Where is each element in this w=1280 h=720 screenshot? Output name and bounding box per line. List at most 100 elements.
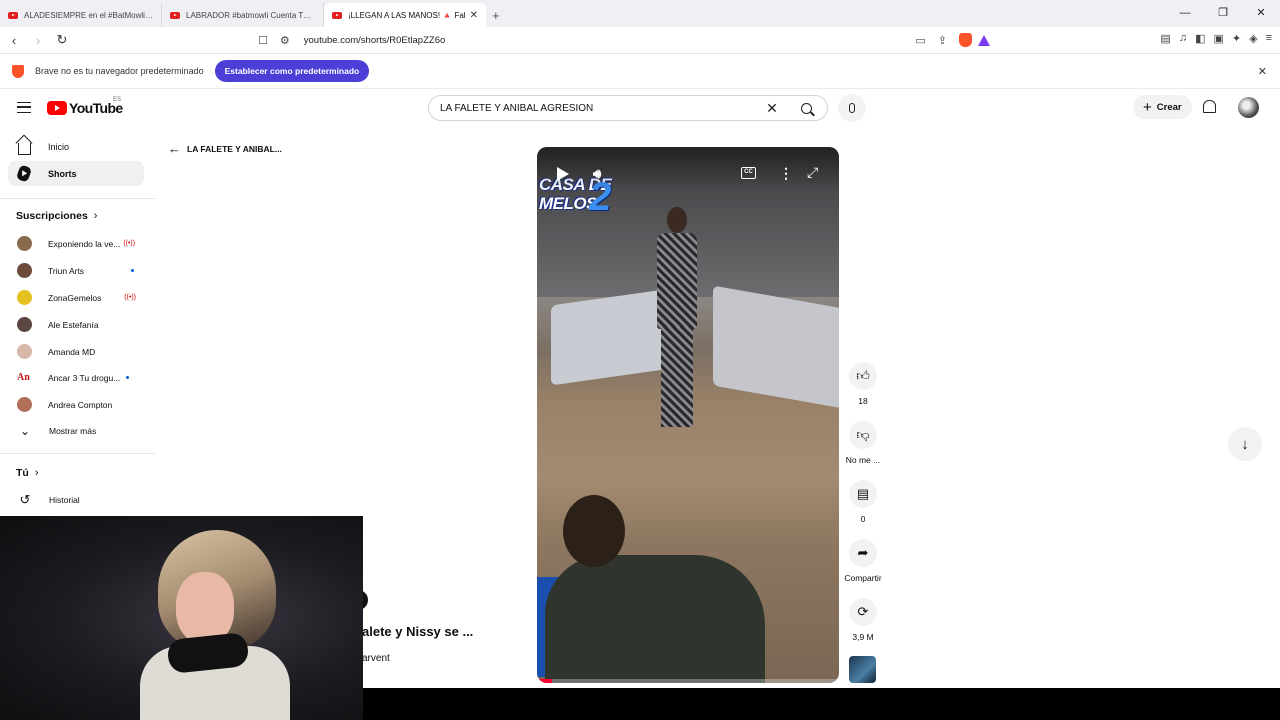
volume-icon[interactable]: 🔊︎	[593, 166, 601, 182]
channel-name: Triun Arts	[48, 265, 85, 276]
share-action[interactable]: ➦ Compartir	[842, 539, 884, 583]
reload-icon[interactable]: ↻	[52, 32, 72, 48]
address-bar[interactable]: ☐ ⚙ youtube.com/shorts/R0EtlapZZ6o ▭ ⇪	[252, 30, 1000, 50]
back-icon[interactable]: ‹	[4, 33, 24, 48]
restore-icon[interactable]: ❐	[1204, 0, 1242, 27]
channel-avatar	[17, 397, 32, 412]
search-input[interactable]	[429, 102, 759, 114]
fullscreen-icon[interactable]: ⤢	[807, 164, 818, 181]
sidebar-item-history[interactable]: ↺ Historial	[8, 487, 144, 512]
show-more-button[interactable]: ⌄ Mostrar más	[8, 418, 144, 443]
next-short-button[interactable]: ↓	[1228, 427, 1262, 461]
microphone-icon	[849, 103, 855, 113]
channel-avatar	[17, 344, 32, 359]
channel-name-peek[interactable]: arvent	[362, 653, 390, 664]
subscription-item[interactable]: Ale Estefanía	[8, 312, 144, 337]
reader-icon[interactable]: ▤	[1160, 32, 1170, 45]
sidebar-item-inicio[interactable]: Inicio	[8, 134, 144, 159]
subscriptions-heading[interactable]: Suscripciones ›	[16, 210, 97, 222]
close-window-icon[interactable]: ✕	[1242, 0, 1280, 27]
voice-search-button[interactable]	[838, 94, 866, 122]
subscription-item[interactable]: Triun Arts	[8, 258, 144, 283]
forward-icon[interactable]: ›	[28, 33, 48, 48]
comment-icon[interactable]: ▤	[849, 480, 877, 508]
minimize-icon[interactable]: —	[1166, 0, 1204, 27]
dislike-action[interactable]: 👎︎ No me ...	[842, 421, 884, 465]
url-text[interactable]: youtube.com/shorts/R0EtlapZZ6o	[304, 35, 446, 46]
new-content-dot	[126, 376, 130, 379]
youtube-header: YouTube ES ✕ + Crear	[0, 89, 1280, 127]
arrow-down-icon: ↓	[1241, 435, 1249, 453]
sidebar-toggle-icon[interactable]: ◧	[1195, 32, 1205, 45]
new-content-dot	[131, 269, 134, 272]
like-icon[interactable]: 👍︎	[849, 362, 877, 390]
back-label: LA FALETE Y ANIBAL...	[187, 143, 282, 154]
channel-avatar	[17, 317, 32, 332]
short-title[interactable]: alete y Nissy se ...	[362, 624, 473, 639]
video-frame-person	[649, 207, 705, 429]
back-to-search[interactable]: ← LA FALETE Y ANIBAL...	[168, 141, 282, 156]
clear-search-icon[interactable]: ✕	[759, 100, 785, 117]
new-tab-icon[interactable]: +	[492, 8, 500, 23]
close-infobar-icon[interactable]: ✕	[1258, 65, 1267, 78]
site-info-icon[interactable]: ⚙	[280, 34, 290, 47]
leo-ai-icon[interactable]: ✦	[1232, 32, 1241, 45]
live-icon: ((•))	[124, 294, 136, 301]
browser-tab[interactable]: LABRADOR #batmowli Cuenta TODA	[162, 3, 324, 27]
bottom-black-bar	[363, 688, 1280, 720]
comment-action[interactable]: ▤ 0	[842, 480, 884, 524]
you-heading[interactable]: Tú ›	[16, 467, 39, 479]
search-button[interactable]	[785, 96, 827, 120]
hamburger-menu-icon[interactable]	[17, 102, 31, 113]
more-options-icon[interactable]: ⋮	[779, 165, 793, 182]
subscription-item[interactable]: An Ancar 3 Tu drogu...	[8, 365, 144, 390]
video-controls: 🔊︎ CC ⋮ ⤢	[537, 147, 839, 191]
play-icon[interactable]	[557, 167, 569, 181]
vpn-icon[interactable]: ◈	[1249, 32, 1257, 45]
share-icon[interactable]: ➦	[849, 539, 877, 567]
remix-action[interactable]: ⟳ 3,9 M	[842, 598, 884, 642]
browser-tab[interactable]: ALADESIEMPRE en el #BatMowli ¿Qu	[0, 3, 162, 27]
media-icon[interactable]: ♫	[1179, 32, 1187, 45]
sidebar-item-shorts[interactable]: Shorts	[8, 161, 144, 186]
youtube-favicon-icon	[332, 11, 342, 19]
browser-tab-active[interactable]: ¡LLEGAN A LAS MANOS! 🔺 Fal ✕	[324, 3, 486, 27]
bookmark-icon[interactable]: ☐	[258, 34, 268, 47]
youtube-logo[interactable]: YouTube ES	[47, 97, 123, 116]
captions-icon[interactable]: CC	[741, 167, 756, 179]
channel-name: ZonaGemelos	[48, 292, 102, 303]
extension-toolbar: ▤ ♫ ◧ ▣ ✦ ◈ ≡	[1160, 32, 1272, 45]
subscription-item[interactable]: Andrea Compton	[8, 392, 144, 417]
dislike-icon[interactable]: 👎︎	[849, 421, 877, 449]
account-avatar[interactable]	[1238, 97, 1259, 118]
menu-icon[interactable]: ≡	[1266, 32, 1272, 45]
notifications-bell-icon[interactable]	[1203, 100, 1216, 113]
sound-thumbnail[interactable]	[849, 656, 876, 683]
wallet-icon[interactable]: ▣	[1213, 32, 1223, 45]
you-title: Tú	[16, 467, 29, 479]
create-label: Crear	[1156, 101, 1182, 113]
dislike-label: No me ...	[845, 455, 881, 465]
chevron-right-icon: ›	[34, 467, 39, 479]
video-progress-bar[interactable]	[537, 679, 839, 683]
remix-icon[interactable]: ⟳	[849, 598, 877, 626]
set-default-button[interactable]: Establecer como predeterminado	[214, 60, 370, 82]
shorts-video-player[interactable]: CASA DEMELOS 2 🔊︎ CC ⋮ ⤢	[537, 147, 839, 683]
brave-shields-icon[interactable]	[959, 33, 972, 47]
browser-toolbar: ‹ › ↻ ☐ ⚙ youtube.com/shorts/R0EtlapZZ6o…	[0, 27, 1280, 53]
cast-icon[interactable]: ▭	[915, 34, 925, 47]
subscription-item[interactable]: Amanda MD	[8, 339, 144, 364]
brave-rewards-icon[interactable]	[978, 34, 990, 46]
subscription-item[interactable]: ZonaGemelos ((•))	[8, 285, 144, 310]
like-action[interactable]: 👍︎ 18	[842, 362, 884, 406]
subscription-item[interactable]: Exponiendo la ve... ((•))	[8, 231, 144, 256]
channel-avatar	[17, 263, 32, 278]
shorts-icon	[15, 164, 33, 183]
share-page-icon[interactable]: ⇪	[938, 34, 947, 47]
channel-avatar	[17, 236, 32, 251]
create-button[interactable]: + Crear	[1133, 95, 1192, 119]
close-tab-icon[interactable]: ✕	[470, 10, 478, 21]
channel-avatar	[17, 290, 32, 305]
sidebar-item-label: Inicio	[48, 141, 70, 152]
like-count: 18	[858, 396, 868, 406]
